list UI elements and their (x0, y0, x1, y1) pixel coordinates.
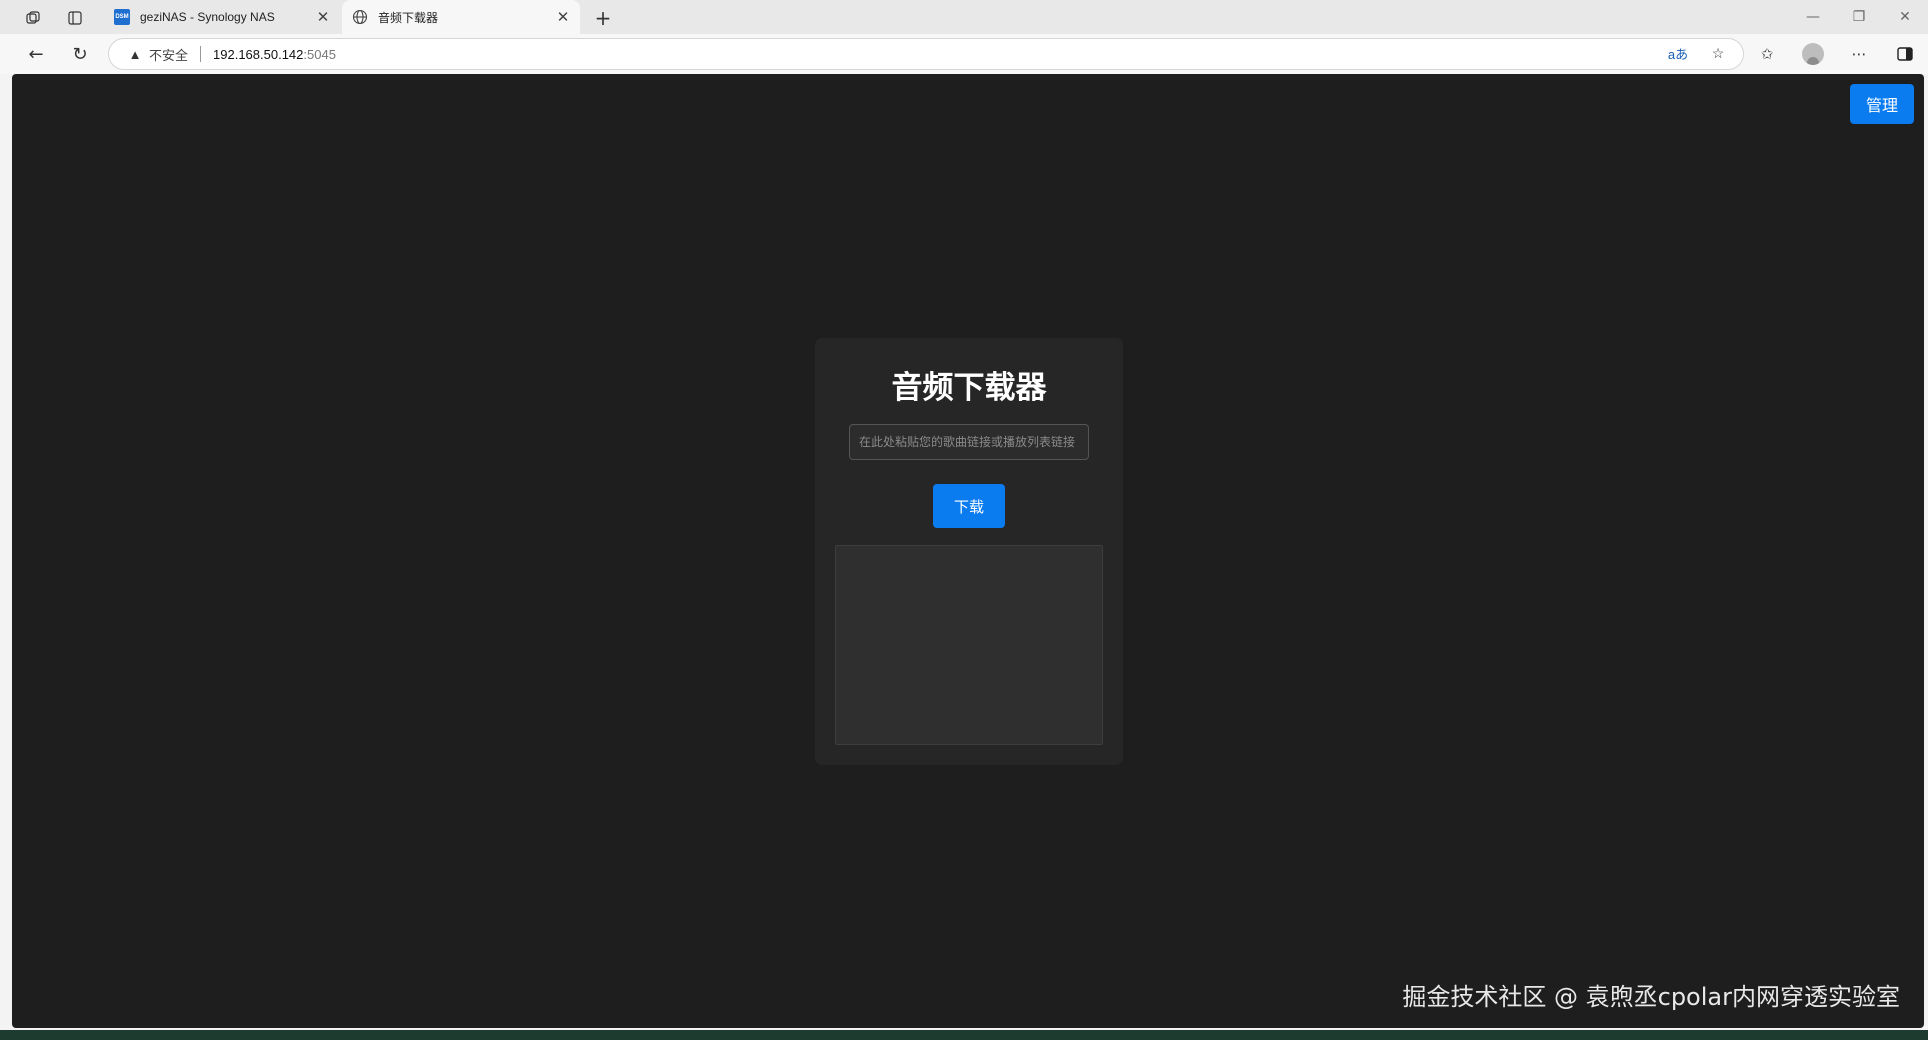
divider (200, 46, 202, 62)
song-link-input[interactable] (849, 424, 1089, 460)
restore-icon[interactable]: ❐ (1836, 0, 1882, 34)
back-icon[interactable]: ← (22, 41, 50, 67)
sidebar-toggle-icon[interactable] (1882, 34, 1928, 74)
url-port: :5045 (303, 46, 336, 62)
more-menu-icon[interactable]: ⋯ (1836, 34, 1882, 74)
workspaces-icon[interactable] (22, 7, 44, 29)
new-tab-icon[interactable]: + (592, 6, 614, 30)
taskbar-edge (0, 1030, 1928, 1040)
globe-icon (352, 9, 368, 25)
security-label[interactable]: 不安全 (149, 45, 188, 64)
tab-strip: DSM geziNAS - Synology NAS ✕ 音频下载器 ✕ + —… (0, 0, 1928, 34)
page-title: 音频下载器 (891, 370, 1047, 406)
tab-title: geziNAS - Synology NAS (140, 10, 275, 24)
download-button[interactable]: 下载 (933, 484, 1005, 528)
window-edge (0, 74, 12, 1030)
address-bar[interactable]: ▲ 不安全 192.168.50.142:5045 aあ ☆ (108, 38, 1744, 70)
minimize-icon[interactable]: — (1790, 0, 1836, 34)
browser-chrome: DSM geziNAS - Synology NAS ✕ 音频下载器 ✕ + —… (0, 0, 1928, 74)
downloader-card: 音频下载器 下载 (815, 338, 1123, 765)
tab-audio-downloader[interactable]: 音频下载器 ✕ (342, 0, 580, 34)
watermark-text: 掘金技术社区 @ 袁煦丞cpolar内网穿透实验室 (1402, 983, 1900, 1011)
close-icon[interactable]: ✕ (552, 8, 574, 26)
close-window-icon[interactable]: ✕ (1882, 0, 1928, 34)
refresh-icon[interactable]: ↻ (66, 41, 94, 67)
dsm-icon: DSM (114, 9, 130, 25)
tab-title: 音频下载器 (378, 10, 439, 25)
translate-icon[interactable]: aあ (1667, 44, 1689, 63)
favorites-icon[interactable]: ✩ (1744, 34, 1790, 74)
tab-synology[interactable]: DSM geziNAS - Synology NAS ✕ (104, 0, 340, 34)
url-host: 192.168.50.142 (213, 46, 304, 62)
manage-button[interactable]: 管理 (1850, 84, 1914, 124)
favorite-star-icon[interactable]: ☆ (1707, 45, 1729, 62)
close-icon[interactable]: ✕ (312, 8, 334, 26)
profile-avatar[interactable] (1790, 34, 1836, 74)
output-area (835, 545, 1103, 745)
avatar-icon (1802, 43, 1824, 65)
warning-icon: ▲ (128, 46, 142, 62)
tab-actions-icon[interactable] (64, 7, 86, 29)
address-bar-row: ← ↻ ▲ 不安全 192.168.50.142:5045 aあ ☆ ✩ ⋯ (0, 34, 1928, 74)
page-viewport: 管理 音频下载器 下载 掘金技术社区 @ 袁煦丞cpolar内网穿透实验室 (12, 74, 1924, 1028)
